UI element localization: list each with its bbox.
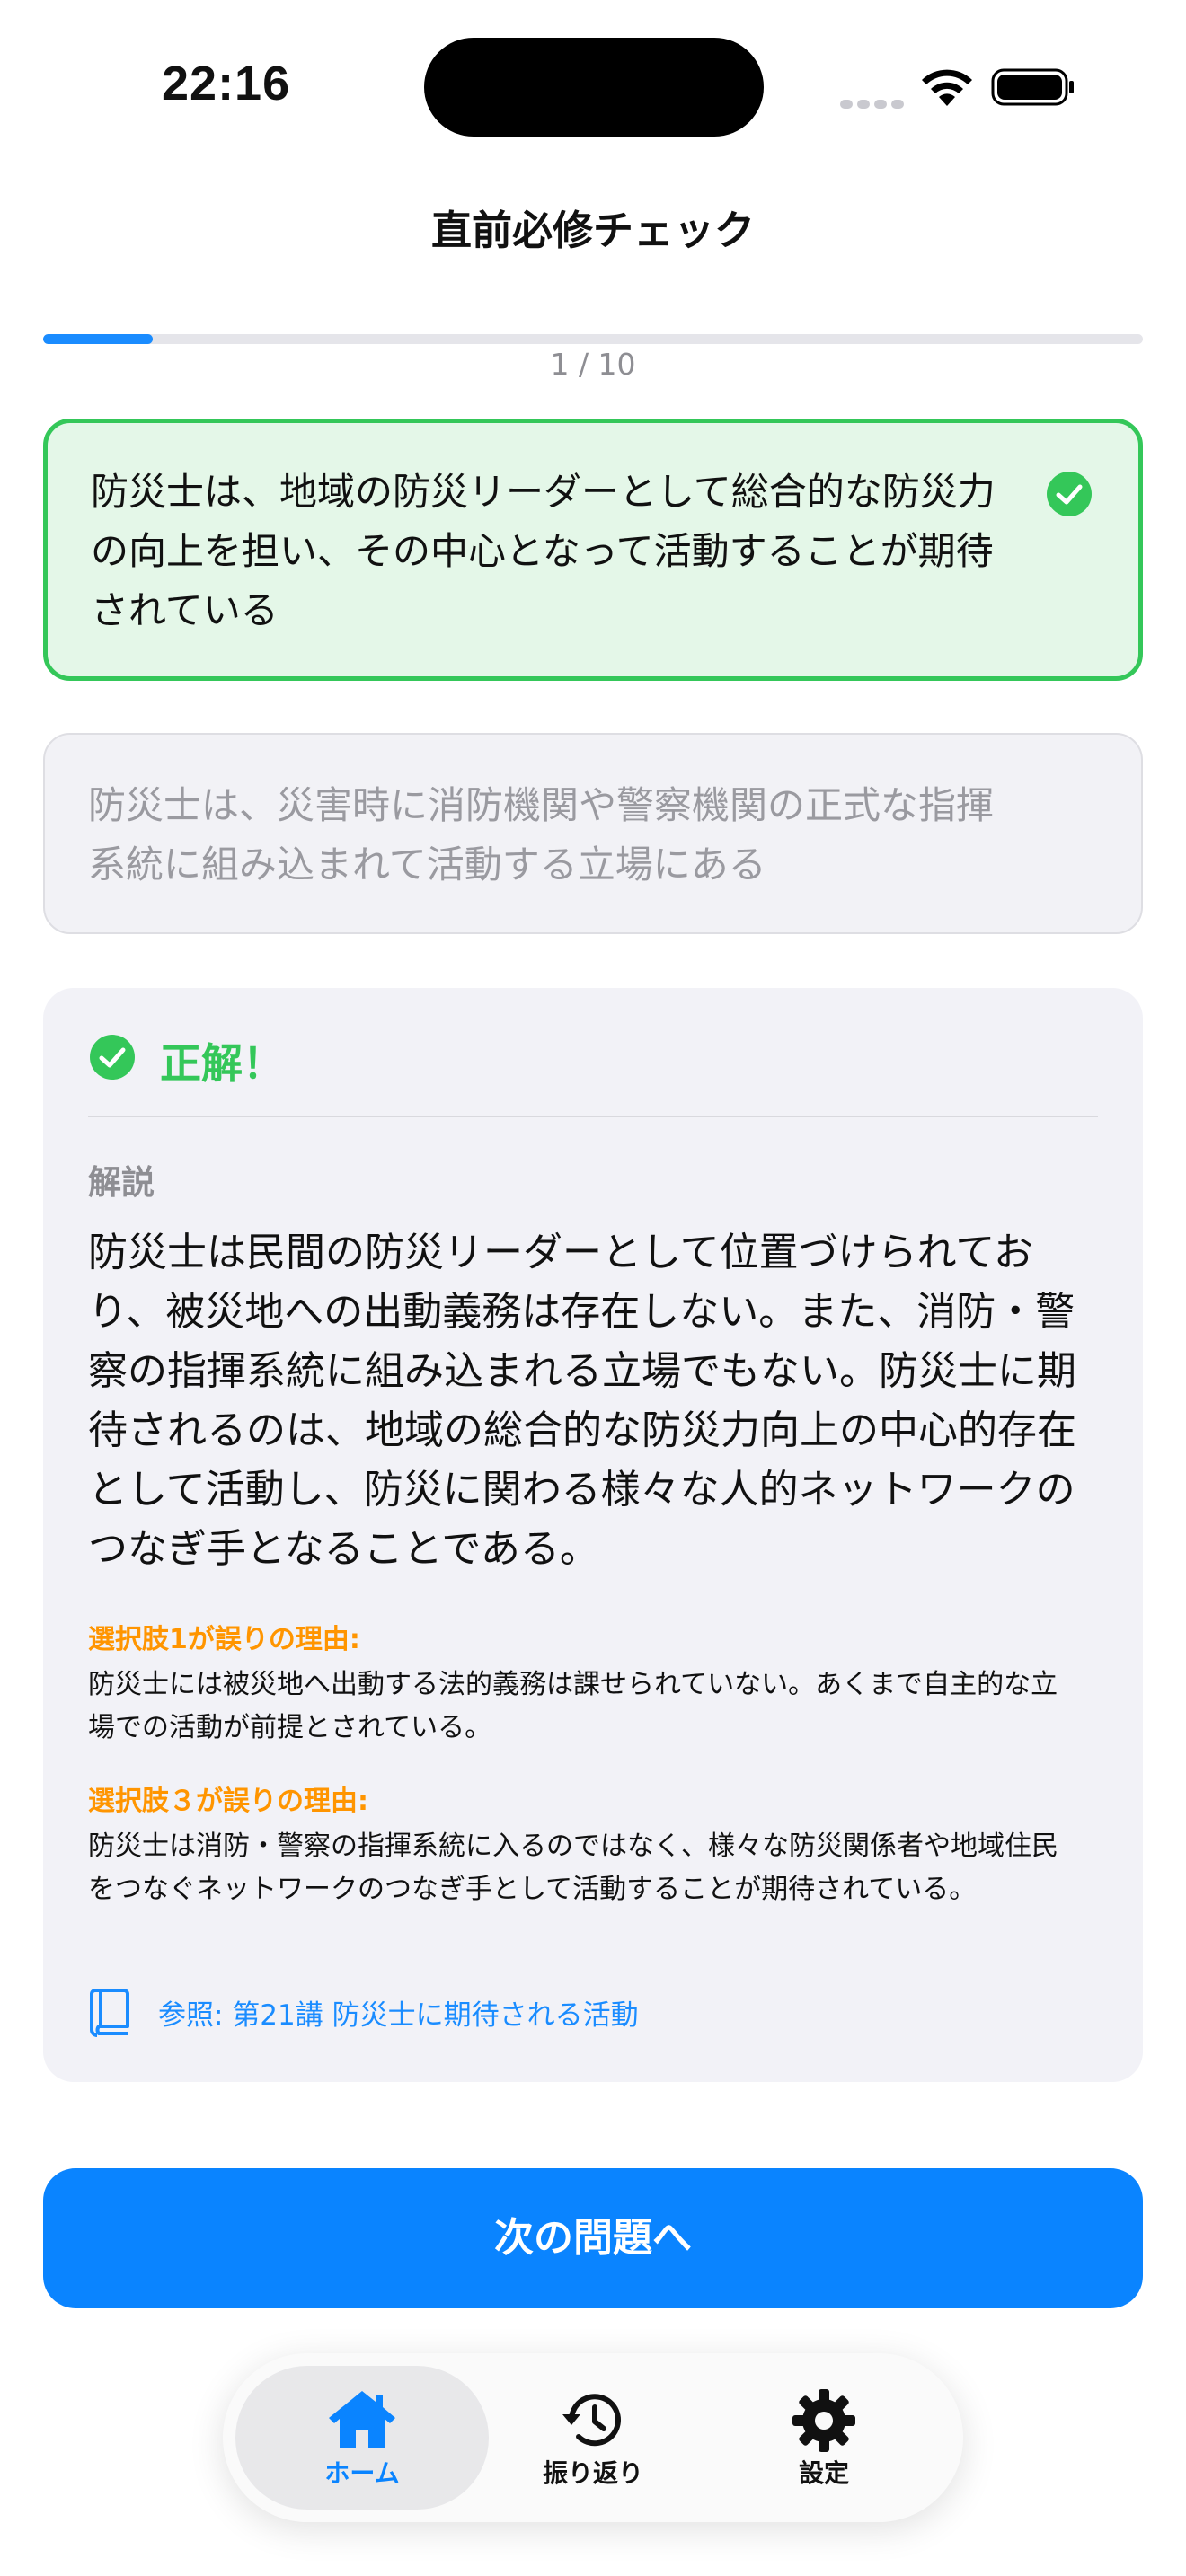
choice-option[interactable]: 防災士は、災害時に消防機関や警察機関の正式な指揮系統に組み込まれて活動する立場に… [43, 733, 1143, 934]
cellular-signal-icon [840, 95, 908, 112]
explanation-heading: 解説 [88, 1163, 155, 1202]
status-time: 22:16 [162, 57, 291, 110]
page-title: 直前必修チェック [430, 207, 755, 254]
wifi-icon [922, 69, 972, 106]
tab-history[interactable]: 振り返り [466, 2366, 720, 2510]
progress-fill [43, 334, 154, 344]
status-bar: 22:16 [0, 0, 1186, 171]
tab-label: 設定 [798, 2458, 849, 2488]
status-icons [840, 63, 1083, 109]
book-icon [90, 1989, 129, 2037]
tab-bar: ホーム 振り返り 設定 [223, 2353, 963, 2522]
next-question-button[interactable]: 次の問題へ [43, 2168, 1143, 2308]
choice-option-correct[interactable]: 防災士は、地域の防災リーダーとして総合的な防災力の向上を担い、その中心となって活… [43, 419, 1143, 681]
history-icon [562, 2394, 621, 2447]
checkmark-circle-icon [90, 1035, 135, 1080]
tab-settings[interactable]: 設定 [697, 2366, 951, 2510]
progress-label: 1 / 10 [550, 347, 636, 382]
reference-text: 参照: 第21講 防災士に期待される活動 [158, 1999, 639, 2032]
explanation-body: 防災士は民間の防災リーダーとして位置づけられており、被災地への出動義務は存在しな… [88, 1230, 1076, 1572]
result-label: 正解！ [160, 1039, 284, 1088]
tab-home[interactable]: ホーム [235, 2366, 489, 2510]
house-icon [329, 2391, 395, 2448]
explanation-card: 正解！ 解説 防災士は民間の防災リーダーとして位置づけられており、被災地への出動… [43, 988, 1143, 2082]
battery-icon [991, 68, 1074, 106]
choice-text: 防災士は、地域の防災リーダーとして総合的な防災力の向上を担い、その中心となって活… [91, 470, 996, 632]
tab-label: 振り返り [542, 2458, 643, 2488]
tab-label: ホーム [324, 2458, 400, 2488]
gear-icon [792, 2389, 855, 2452]
reason-title: 選択肢1が誤りの理由: [88, 1624, 360, 1655]
reason-text: 防災士は消防・警察の指揮系統に入るのではなく、様々な防災関係者や地域住民をつなぐ… [88, 1831, 1058, 1905]
dynamic-island [424, 38, 764, 137]
progress-bar [43, 334, 1143, 344]
choice-text: 防災士は、災害時に消防機関や警察機関の正式な指揮系統に組み込まれて活動する立場に… [88, 783, 995, 887]
reason-text: 防災士には被災地へ出動する法的義務は課せられていない。あくまで自主的な立場での活… [88, 1669, 1058, 1743]
divider [88, 1116, 1098, 1117]
reason-title: 選択肢３が誤りの理由: [88, 1786, 368, 1817]
reference-link[interactable]: 参照: 第21講 防災士に期待される活動 [88, 1987, 1076, 2037]
checkmark-circle-icon [1047, 472, 1092, 516]
